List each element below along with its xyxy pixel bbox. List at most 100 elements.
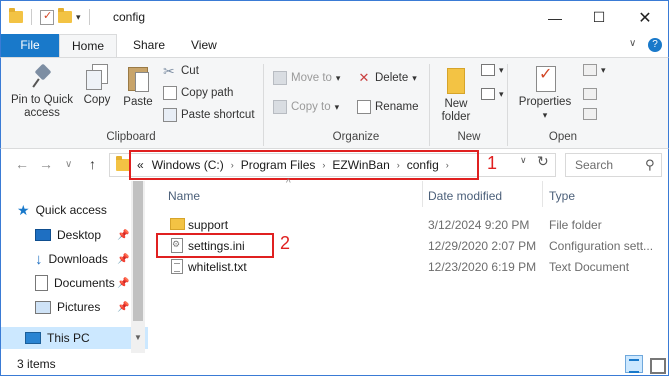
text-file-icon: [171, 259, 183, 274]
rename-label: Rename: [375, 101, 419, 113]
paste-label: Paste: [123, 96, 153, 108]
column-header-date[interactable]: Date modified: [428, 189, 502, 203]
rename-icon: [357, 100, 371, 114]
copy-path-label: Copy path: [181, 87, 234, 99]
dropdown-arrow-icon: ▾: [334, 101, 340, 112]
window-title: config: [113, 10, 146, 24]
pin-icon[interactable]: 📌: [117, 254, 129, 265]
nav-item-documents[interactable]: Documents 📌: [35, 272, 129, 294]
documents-icon: [35, 275, 48, 291]
nav-item-label: Documents: [54, 276, 115, 290]
tab-view[interactable]: View: [181, 34, 227, 58]
recent-locations-chevron-icon[interactable]: ∨: [65, 159, 72, 170]
dropdown-arrow-icon: ▾: [499, 88, 504, 99]
move-to-label: Move to: [291, 72, 332, 84]
copy-path-icon: [163, 86, 177, 100]
file-type: Configuration sett...: [549, 239, 654, 253]
new-folder-button[interactable]: New folder: [437, 64, 475, 124]
customize-toolbar-arrow-icon[interactable]: ▾: [76, 12, 81, 23]
address-dropdown-icon[interactable]: ∨: [520, 155, 527, 166]
search-icon: ⚲: [645, 157, 655, 172]
open-button[interactable]: ▾: [583, 64, 606, 76]
minimize-button[interactable]: —: [532, 1, 578, 34]
nav-item-downloads[interactable]: ↓ Downloads 📌: [35, 248, 129, 270]
pin-icon[interactable]: 📌: [117, 230, 129, 241]
copy-to-button[interactable]: Copy to ▾: [273, 100, 339, 114]
refresh-icon[interactable]: ↻: [537, 153, 549, 170]
table-row[interactable]: support 3/12/2024 9:20 PM File folder: [148, 214, 668, 235]
annotation-box-address: [129, 150, 479, 180]
computer-icon: [25, 332, 41, 344]
tab-share[interactable]: Share: [123, 34, 175, 58]
paste-shortcut-label: Paste shortcut: [181, 109, 255, 121]
open-icon: [583, 64, 597, 76]
nav-item-label: Downloads: [48, 252, 108, 266]
easy-access-icon: [481, 88, 495, 100]
navigation-bar: ← → ∨ ↑ « Windows (C:) › Program Files ›…: [0, 149, 669, 181]
copy-icon: [86, 64, 108, 90]
delete-button[interactable]: ✕ Delete ▾: [357, 71, 417, 85]
back-arrow-icon[interactable]: ←: [15, 156, 29, 172]
collapse-ribbon-icon[interactable]: ∨: [629, 38, 636, 49]
scrollbar-thumb[interactable]: [133, 181, 143, 321]
clipboard-group-label: Clipboard: [106, 131, 156, 143]
tab-home[interactable]: Home: [59, 34, 117, 58]
scroll-down-arrow-icon[interactable]: ▼: [134, 333, 142, 342]
paste-shortcut-button[interactable]: Paste shortcut: [163, 108, 255, 122]
history-icon: [583, 108, 597, 120]
easy-access-button[interactable]: ▾: [481, 88, 504, 100]
tab-file[interactable]: File: [1, 34, 59, 58]
nav-pane-scrollbar[interactable]: ▼: [131, 181, 145, 353]
paste-shortcut-icon: [163, 108, 177, 122]
column-divider[interactable]: [422, 181, 423, 207]
edit-button[interactable]: [583, 88, 597, 100]
pin-icon[interactable]: 📌: [117, 278, 129, 289]
copy-button[interactable]: Copy: [79, 64, 115, 107]
forward-arrow-icon[interactable]: →: [39, 156, 53, 172]
new-folder-icon: [445, 64, 467, 94]
scissors-icon: ✂: [163, 63, 175, 79]
pin-to-quick-access-button[interactable]: Pin to Quick access: [7, 64, 77, 120]
new-folder-quick-icon[interactable]: [58, 8, 72, 23]
search-box[interactable]: Search ⚲: [565, 153, 662, 177]
history-button[interactable]: [583, 108, 597, 120]
new-item-button[interactable]: ▾: [481, 64, 504, 76]
copy-label: Copy: [83, 94, 111, 106]
move-to-icon: [273, 71, 287, 85]
paste-button[interactable]: Paste: [119, 64, 157, 109]
large-icons-view-icon[interactable]: [647, 355, 666, 374]
properties-button[interactable]: Properties ▾: [515, 64, 575, 122]
delete-label: Delete: [375, 72, 409, 84]
close-button[interactable]: ✕: [622, 1, 668, 34]
table-row[interactable]: whitelist.txt 12/23/2020 6:19 PM Text Do…: [148, 256, 668, 277]
maximize-button[interactable]: ☐: [576, 1, 622, 34]
properties-quick-icon[interactable]: [40, 9, 54, 25]
move-to-button[interactable]: Move to ▾: [273, 71, 340, 85]
column-header-type[interactable]: Type: [549, 189, 575, 203]
pin-label: Pin to Quick access: [11, 94, 73, 119]
toolbar-divider: [88, 9, 90, 25]
sort-ascending-icon: ^: [286, 178, 291, 189]
group-divider: [263, 64, 264, 146]
cut-button[interactable]: ✂ Cut: [163, 64, 199, 78]
nav-item-this-pc[interactable]: This PC: [25, 327, 90, 349]
nav-item-quick-access[interactable]: ★ Quick access: [17, 199, 107, 221]
dropdown-arrow-icon: ▾: [542, 110, 548, 120]
pin-icon[interactable]: 📌: [117, 302, 129, 313]
copy-path-button[interactable]: Copy path: [163, 86, 233, 100]
details-view-icon[interactable]: [625, 355, 643, 373]
up-arrow-icon[interactable]: ↑: [89, 156, 96, 172]
copy-to-label: Copy to: [291, 101, 331, 113]
column-divider[interactable]: [542, 181, 543, 207]
nav-item-pictures[interactable]: Pictures 📌: [35, 296, 129, 318]
search-input[interactable]: Search: [575, 158, 613, 172]
help-icon[interactable]: ?: [648, 38, 662, 52]
annotation-box-settings: [156, 233, 274, 258]
nav-item-desktop[interactable]: Desktop 📌: [35, 224, 129, 246]
column-header-name[interactable]: Name: [168, 189, 200, 203]
file-date: 12/29/2020 2:07 PM: [428, 239, 537, 253]
file-name: support: [188, 218, 229, 232]
title-bar: ▾ config — ☐ ✕: [0, 0, 669, 34]
rename-button[interactable]: Rename: [357, 100, 418, 114]
status-bar: 3 items: [0, 353, 669, 376]
